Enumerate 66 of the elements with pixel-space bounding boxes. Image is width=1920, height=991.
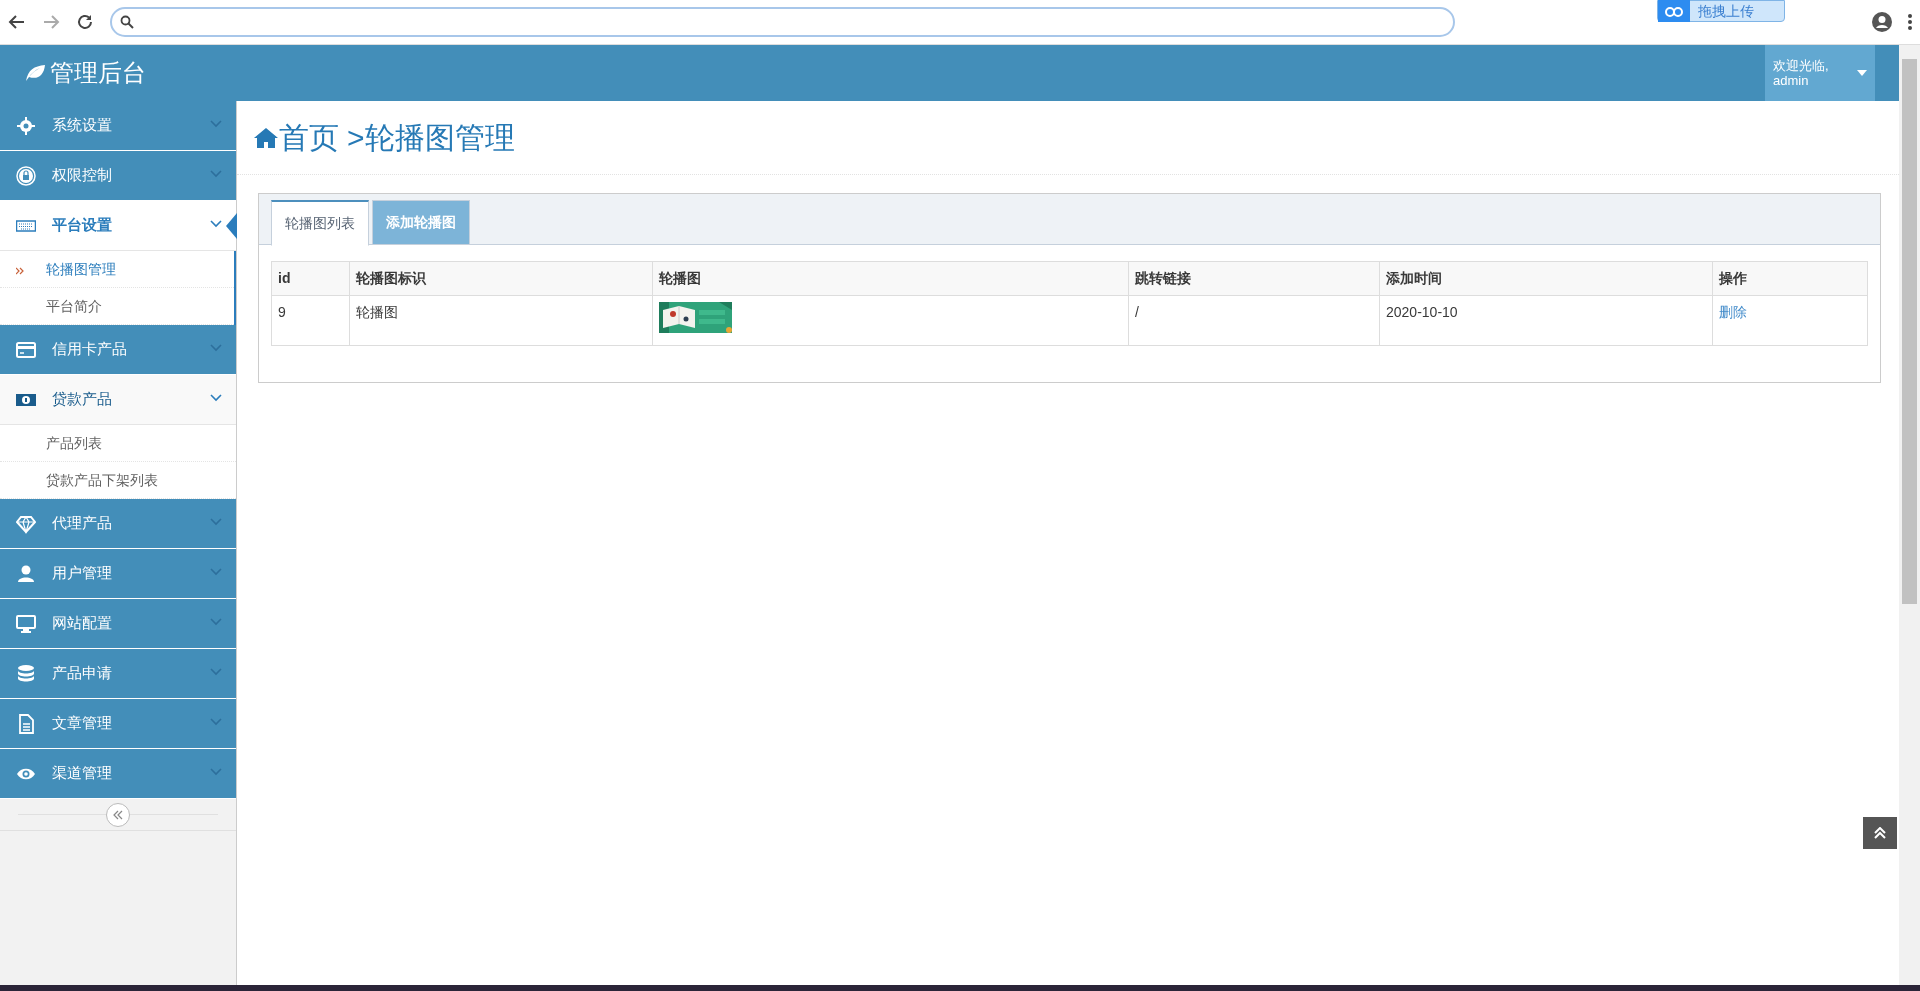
sidebar-item[interactable]: 网站配置 [0, 599, 236, 649]
chevron-icon [210, 394, 222, 402]
submenu-item[interactable]: 贷款产品下架列表 [0, 462, 236, 499]
lock-icon [16, 165, 36, 186]
upload-extension-button[interactable]: 拖拽上传 [1657, 0, 1785, 22]
sidebar-item[interactable]: 渠道管理 [0, 749, 236, 799]
submenu-item[interactable]: 产品列表 [0, 425, 236, 462]
breadcrumb-link[interactable]: 首页 [279, 115, 339, 160]
submenu-item[interactable]: 平台简介 [0, 288, 234, 325]
sidebar-item[interactable]: 用户管理 [0, 549, 236, 599]
double-left-icon [113, 809, 123, 820]
chevron-icon [210, 170, 222, 178]
chevron-icon [210, 718, 222, 726]
reload-icon[interactable] [76, 13, 94, 31]
sidebar-item[interactable]: 代理产品 [0, 499, 236, 549]
back-icon[interactable] [8, 13, 26, 31]
chevron-icon [210, 568, 222, 576]
app-logo-text: 管理后台 [50, 58, 146, 88]
tab[interactable]: 轮播图列表 [271, 200, 369, 246]
monitor-icon [16, 613, 36, 634]
sidebar-item[interactable]: 产品申请 [0, 649, 236, 699]
column-header: 跳转链接 [1128, 261, 1380, 296]
active-pointer [226, 213, 237, 239]
search-icon [120, 15, 134, 29]
chevron-icon [210, 768, 222, 776]
sidebar-item[interactable]: 信用卡产品 [0, 325, 236, 375]
chevron-icon [210, 344, 222, 352]
document-icon [16, 713, 36, 734]
column-header: 轮播图 [652, 261, 1129, 296]
submenu-item[interactable]: 轮播图管理 [0, 251, 234, 288]
database-icon [16, 663, 36, 684]
tab[interactable]: 添加轮播图 [372, 200, 470, 245]
double-up-icon [1874, 827, 1886, 839]
sidebar-item[interactable]: 贷款产品 [0, 375, 236, 425]
home-icon [253, 126, 279, 149]
caret-icon [1857, 70, 1867, 76]
table-cell: / [1128, 295, 1380, 346]
sidebar-item[interactable]: 平台设置 [0, 201, 236, 251]
column-header: id [271, 261, 350, 296]
double-chevron-icon [16, 267, 24, 275]
chevron-icon [210, 618, 222, 626]
sidebar-item[interactable]: 权限控制 [0, 151, 236, 201]
collapse-sidebar-button[interactable] [106, 802, 130, 827]
page-title: >轮播图管理 [347, 120, 515, 156]
diamond-icon [16, 513, 36, 534]
delete-link[interactable]: 删除 [1719, 304, 1747, 320]
sidebar-item[interactable]: 文章管理 [0, 699, 236, 749]
column-header: 轮播图标识 [349, 261, 653, 296]
table-cell: 9 [271, 295, 350, 346]
chevron-icon [210, 518, 222, 526]
menu-icon[interactable] [1908, 14, 1912, 30]
profile-icon[interactable] [1872, 12, 1892, 32]
chevron-icon [210, 220, 222, 228]
table-cell: 轮播图 [349, 295, 653, 346]
chevron-icon [210, 120, 222, 128]
credit-card-icon [16, 339, 36, 360]
chevron-icon [210, 668, 222, 676]
column-header: 添加时间 [1379, 261, 1713, 296]
table-cell: 2020-10-10 [1379, 295, 1713, 346]
back-to-top-button[interactable] [1863, 817, 1897, 849]
sidebar-item[interactable]: 系统设置 [0, 101, 236, 151]
leaf-icon [24, 64, 46, 82]
scrollbar[interactable] [1899, 45, 1920, 985]
user-icon [16, 563, 36, 584]
user-menu[interactable]: 欢迎光临, admin [1765, 45, 1875, 101]
column-header: 操作 [1712, 261, 1868, 296]
